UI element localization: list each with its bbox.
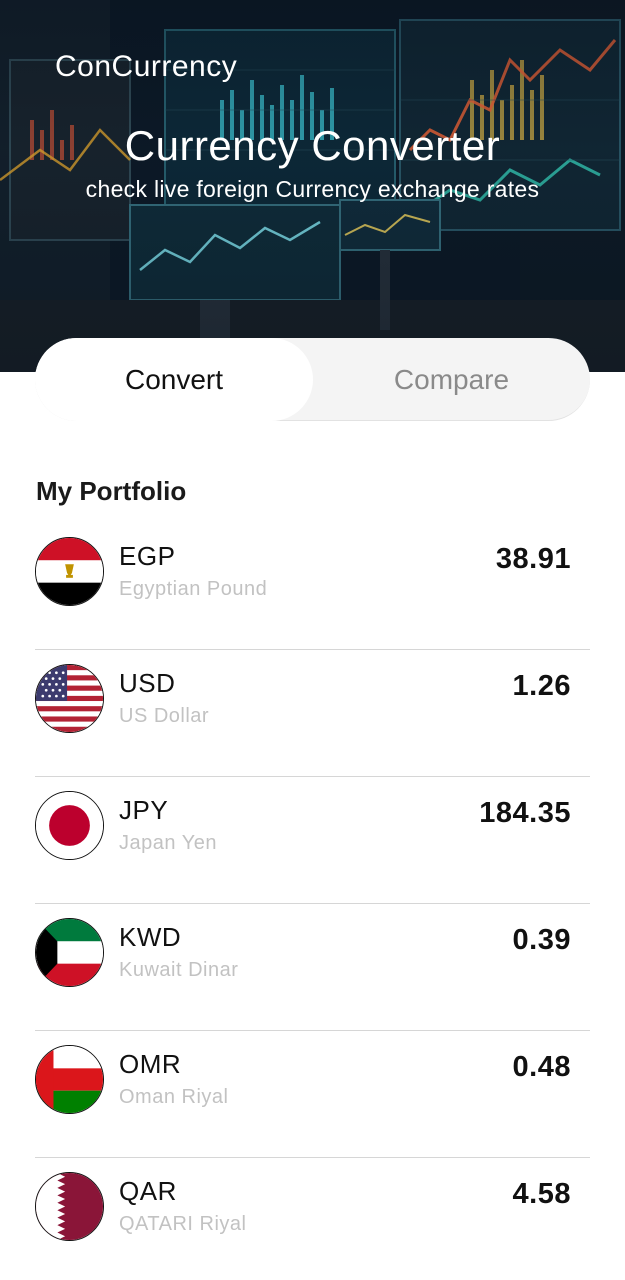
currency-name: Egyptian Pound <box>119 578 268 600</box>
currency-name: QATARI Riyal <box>119 1213 247 1235</box>
page-subtitle: check live foreign Currency exchange rat… <box>85 176 540 202</box>
app-name: ConCurrency <box>55 50 238 83</box>
portfolio-list: EGP Egyptian Pound 38.91 USD US Dollar 1… <box>35 523 590 1280</box>
list-item[interactable]: OMR Oman Riyal 0.48 <box>35 1031 590 1158</box>
currency-code: QAR <box>119 1176 177 1206</box>
list-item[interactable]: JPY Japan Yen 184.35 <box>35 777 590 904</box>
currency-code: USD <box>119 668 176 698</box>
list-item[interactable]: QAR QATARI Riyal 4.58 <box>35 1158 590 1280</box>
currency-value: 38.91 <box>495 543 571 575</box>
currency-name: US Dollar <box>119 705 210 727</box>
tab-convert[interactable]: Convert <box>35 338 313 421</box>
list-item[interactable]: EGP Egyptian Pound 38.91 <box>35 523 590 650</box>
page-title: Currency Converter <box>124 122 501 169</box>
qatar-flag-icon <box>35 1172 104 1241</box>
oman-flag-icon <box>35 1045 104 1114</box>
japan-flag-icon <box>35 791 104 860</box>
egypt-flag-icon <box>35 537 104 606</box>
hero-banner: ConCurrency Currency Converter check liv… <box>0 0 625 372</box>
currency-code: KWD <box>119 922 182 952</box>
tab-bar: Convert Compare <box>35 338 590 421</box>
portfolio-title: My Portfolio <box>36 476 187 506</box>
currency-code: EGP <box>119 541 176 571</box>
usa-flag-icon <box>35 664 104 733</box>
kuwait-flag-icon <box>35 918 104 987</box>
currency-name: Kuwait Dinar <box>119 959 239 981</box>
currency-code: JPY <box>119 795 169 825</box>
list-item[interactable]: USD US Dollar 1.26 <box>35 650 590 777</box>
currency-value: 4.58 <box>512 1178 571 1210</box>
currency-name: Oman Riyal <box>119 1086 229 1108</box>
currency-value: 0.48 <box>512 1051 571 1083</box>
tab-compare[interactable]: Compare <box>313 338 590 421</box>
currency-name: Japan Yen <box>119 832 217 854</box>
currency-value: 1.26 <box>512 670 571 702</box>
list-item[interactable]: KWD Kuwait Dinar 0.39 <box>35 904 590 1031</box>
currency-code: OMR <box>119 1049 182 1079</box>
currency-value: 0.39 <box>512 924 571 956</box>
currency-value: 184.35 <box>479 797 571 829</box>
